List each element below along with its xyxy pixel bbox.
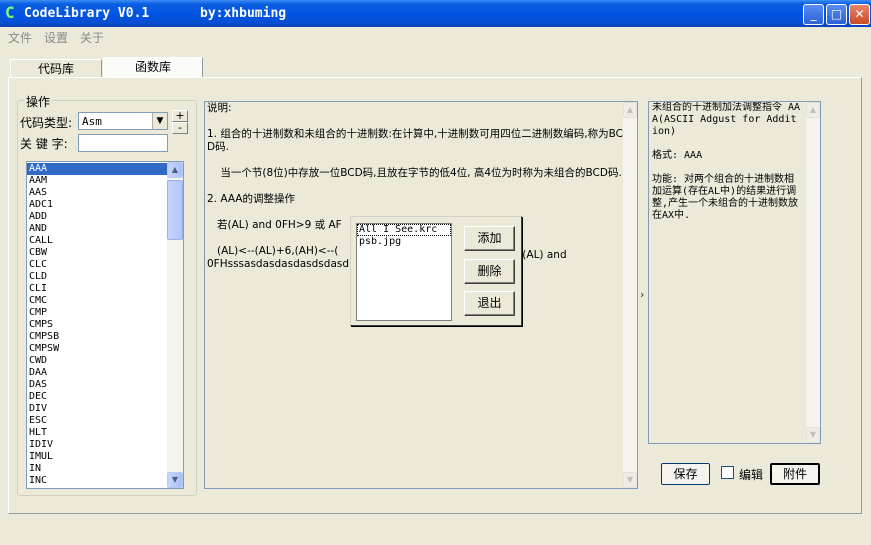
list-item[interactable]: INC (27, 475, 167, 487)
list-item[interactable]: AND (27, 223, 167, 235)
delete-file-button[interactable]: 删除 (464, 259, 515, 284)
tab-label: 代码库 (37, 62, 74, 76)
menu-bar: 文件 设置 关于 (0, 27, 871, 47)
list-item[interactable]: CMPSB (27, 331, 167, 343)
detail-line (652, 162, 802, 174)
detail-line: 功能: 对两个组合的十进制数相加运算(存在AL中)的结果进行调整,产生一个未组合… (652, 174, 799, 221)
list-item[interactable]: AAA (27, 163, 167, 175)
list-item[interactable]: IMUL (27, 451, 167, 463)
code-type-label: 代码类型: (20, 116, 73, 130)
list-item[interactable]: CMC (27, 295, 167, 307)
close-icon: ✕ (854, 7, 865, 21)
list-item[interactable]: ESC (27, 415, 167, 427)
list-item[interactable]: CALL (27, 235, 167, 247)
list-item[interactable]: CMP (27, 307, 167, 319)
list-item[interactable]: CLD (27, 271, 167, 283)
list-item[interactable]: DAA (27, 367, 167, 379)
edit-checkbox[interactable] (721, 466, 734, 479)
save-button[interactable]: 保存 (661, 463, 710, 485)
scroll-down-icon[interactable]: ▼ (623, 472, 637, 488)
attachment-file-item[interactable]: psb.jpg (357, 236, 451, 248)
add-file-button[interactable]: 添加 (464, 226, 515, 251)
exit-dialog-button[interactable]: 退出 (464, 291, 515, 316)
code-type-select[interactable]: Asm ▼ (78, 112, 168, 130)
detail-line: 未组合的十进制加法调整指令 AAA(ASCII Adgust for Addit… (652, 102, 801, 137)
scroll-down-icon[interactable]: ▼ (167, 472, 183, 488)
scroll-up-icon[interactable]: ▲ (806, 102, 820, 118)
minus-icon: - (178, 121, 182, 134)
detail-scrollbar[interactable]: ▲ ▼ (806, 102, 820, 443)
list-item[interactable]: AAM (27, 175, 167, 187)
instruction-list-rows: AAA AAM AAS ADC1 ADD AND CALL CBW CLC CLD CLI CMC CM… (27, 163, 167, 487)
description-line (207, 180, 623, 193)
remove-type-button[interactable]: - (172, 122, 188, 134)
attachment-dialog: All I See.krc psb.jpg 添加 删除 退出 (350, 216, 522, 326)
close-button[interactable]: ✕ (849, 4, 870, 25)
operation-group-title: 操作 (24, 93, 53, 110)
list-item[interactable]: CLC (27, 259, 167, 271)
keyword-input[interactable] (78, 134, 168, 152)
list-item[interactable]: CWD (27, 355, 167, 367)
menu-settings[interactable]: 设置 (44, 29, 68, 46)
scroll-up-icon[interactable]: ▲ (623, 102, 637, 118)
list-item[interactable]: DAS (27, 379, 167, 391)
keyword-label: 关 键 字: (20, 137, 68, 151)
window-author: by:xhbuming (200, 6, 287, 21)
list-item[interactable]: DEC (27, 391, 167, 403)
window-title: CodeLibrary V0.1 (24, 6, 150, 21)
app-icon: C (5, 3, 15, 22)
description-line: 当一个节(8位)中存放一位BCD码,且放在字节的低4位, 高4位为时称为未组合的… (207, 167, 622, 179)
detail-text: 未组合的十进制加法调整指令 AAA(ASCII Adgust for Addit… (652, 102, 802, 222)
description-scrollbar[interactable]: ▲ ▼ (623, 102, 637, 488)
list-item[interactable]: CMPS (27, 319, 167, 331)
attach-button[interactable]: 附件 (770, 463, 820, 485)
list-item[interactable]: CLI (27, 283, 167, 295)
maximize-icon: □ (830, 7, 843, 21)
tab-code-library[interactable]: 代码库 (10, 59, 102, 79)
menu-file[interactable]: 文件 (8, 29, 32, 46)
tab-label: 函数库 (134, 60, 171, 74)
maximize-button[interactable]: □ (826, 4, 847, 25)
minimize-button[interactable]: _ (803, 4, 824, 25)
minimize-icon: _ (810, 7, 817, 21)
tab-function-library[interactable]: 函数库 (103, 57, 203, 79)
list-scrollbar[interactable]: ▲ ▼ (167, 162, 183, 488)
description-line: 2. AAA的调整操作 (207, 193, 295, 205)
description-line (207, 154, 623, 167)
list-item[interactable]: HLT (27, 427, 167, 439)
detail-line: 格式: AAA (652, 150, 703, 161)
main-window: C CodeLibrary V0.1 by:xhbuming _ □ ✕ 文件 … (0, 0, 871, 545)
title-bar[interactable]: C CodeLibrary V0.1 by:xhbuming _ □ ✕ (0, 0, 871, 27)
list-item[interactable]: IN (27, 463, 167, 475)
list-item[interactable]: CBW (27, 247, 167, 259)
attachment-file-list[interactable]: All I See.krc psb.jpg (356, 223, 452, 321)
chevron-down-icon[interactable]: ▼ (152, 113, 167, 129)
chevron-right-icon[interactable]: › (640, 288, 644, 301)
description-line: 1. 组合的十进制数和未组合的十进制数:在计算中,十进制数可用四位二进制数编码,… (207, 128, 623, 153)
list-item[interactable]: CMPSW (27, 343, 167, 355)
list-item[interactable]: ADD (27, 211, 167, 223)
list-item[interactable]: AAS (27, 187, 167, 199)
menu-about[interactable]: 关于 (80, 29, 104, 46)
code-type-value: Asm (82, 115, 102, 128)
scroll-thumb[interactable] (167, 180, 183, 240)
description-line: 说明: (207, 102, 232, 114)
detail-panel[interactable]: 未组合的十进制加法调整指令 AAA(ASCII Adgust for Addit… (648, 101, 821, 444)
instruction-list[interactable]: AAA AAM AAS ADC1 ADD AND CALL CBW CLC CLD CLI CMC CM… (26, 161, 184, 489)
description-line (207, 115, 623, 128)
list-item[interactable]: IDIV (27, 439, 167, 451)
list-item[interactable]: DIV (27, 403, 167, 415)
attachment-file-item[interactable]: All I See.krc (357, 224, 451, 236)
scroll-up-icon[interactable]: ▲ (167, 162, 183, 178)
edit-label: 编辑 (739, 468, 764, 482)
list-item[interactable]: ADC1 (27, 199, 167, 211)
detail-line (652, 138, 802, 150)
scroll-down-icon[interactable]: ▼ (806, 427, 820, 443)
